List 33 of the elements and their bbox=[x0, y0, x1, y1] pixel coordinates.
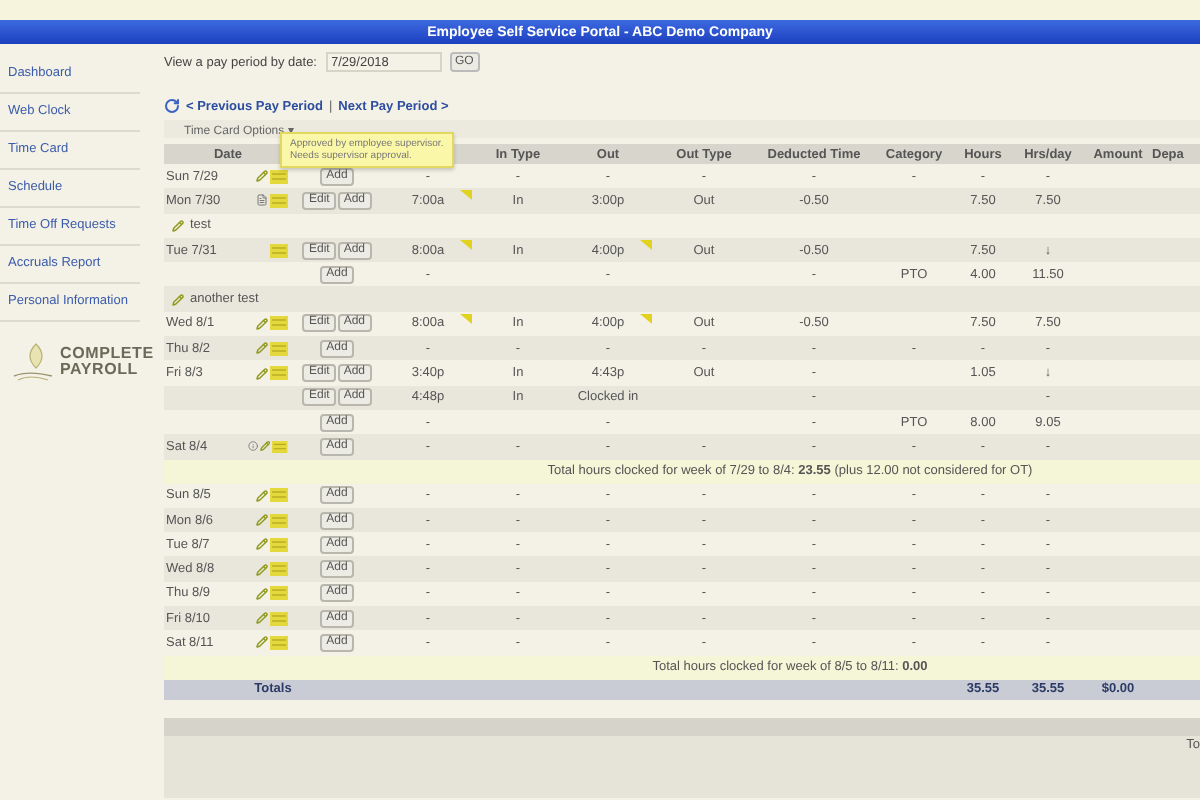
note-icon[interactable] bbox=[270, 635, 288, 650]
pencil-icon[interactable] bbox=[256, 489, 268, 502]
note-icon[interactable] bbox=[270, 341, 288, 356]
note-icon[interactable] bbox=[270, 243, 288, 258]
pencil-icon[interactable] bbox=[256, 367, 268, 380]
note-icon[interactable] bbox=[270, 488, 288, 503]
document-icon[interactable] bbox=[256, 194, 268, 207]
note-icon[interactable] bbox=[272, 439, 288, 454]
note-icon[interactable] bbox=[270, 562, 288, 577]
pencil-icon[interactable] bbox=[256, 538, 268, 551]
refresh-icon[interactable] bbox=[164, 98, 180, 114]
pencil-icon[interactable] bbox=[256, 636, 268, 649]
pencil-icon[interactable] bbox=[256, 514, 268, 526]
pencil-icon[interactable] bbox=[172, 293, 184, 306]
wheat-logo-icon bbox=[12, 342, 56, 382]
note-icon[interactable] bbox=[270, 169, 288, 184]
note-icon[interactable] bbox=[270, 586, 288, 601]
note-icon[interactable] bbox=[270, 316, 288, 331]
pencil-icon[interactable] bbox=[260, 440, 271, 453]
note-icon[interactable] bbox=[270, 193, 288, 208]
pencil-icon[interactable] bbox=[256, 317, 268, 330]
pencil-icon[interactable] bbox=[256, 587, 268, 600]
logo-text: COMPLETE bbox=[60, 346, 154, 362]
note-icon[interactable] bbox=[270, 513, 288, 527]
pencil-icon[interactable] bbox=[172, 219, 184, 232]
note-icon[interactable] bbox=[270, 366, 288, 381]
note-icon[interactable] bbox=[270, 537, 288, 552]
pencil-icon[interactable] bbox=[256, 170, 268, 183]
logo-text: PAYROLL bbox=[60, 362, 140, 378]
pencil-icon[interactable] bbox=[256, 563, 268, 576]
pencil-icon[interactable] bbox=[256, 342, 268, 355]
note-icon[interactable] bbox=[270, 611, 288, 626]
pencil-icon[interactable] bbox=[256, 612, 268, 625]
